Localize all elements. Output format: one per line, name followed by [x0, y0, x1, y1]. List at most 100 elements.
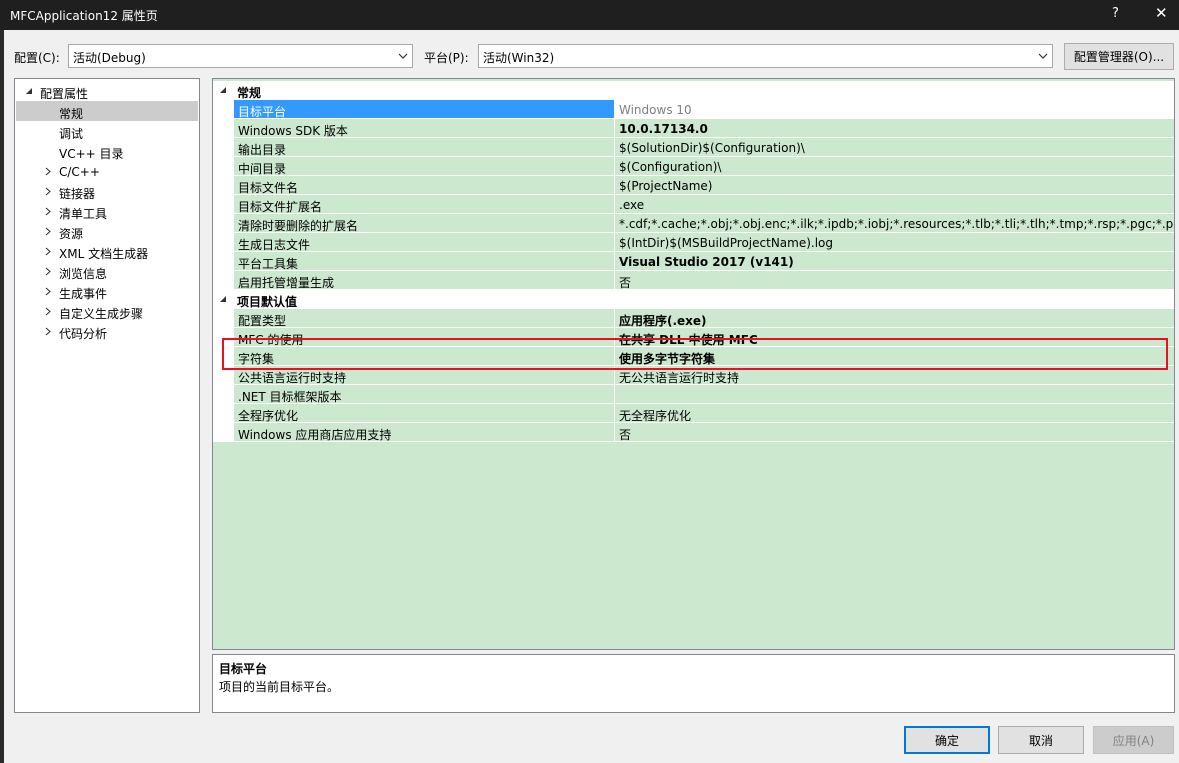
tree-item[interactable]: 代码分析 [16, 321, 198, 341]
ok-button[interactable]: 确定 [904, 726, 990, 754]
property-row[interactable]: 目标文件扩展名 .exe [213, 195, 1174, 214]
tree-item[interactable]: 浏览信息 [16, 261, 198, 281]
property-name[interactable]: 字符集 [234, 347, 615, 366]
tree-item-root[interactable]: 配置属性 [16, 81, 198, 101]
tree-item[interactable]: 链接器 [16, 181, 198, 201]
property-row[interactable]: 公共语言运行时支持 无公共语言运行时支持 [213, 366, 1174, 385]
property-value[interactable]: $(ProjectName) [615, 176, 1174, 195]
property-row[interactable]: Windows SDK 版本 10.0.17134.0 [213, 119, 1174, 138]
collapsed-triangle-icon[interactable] [43, 285, 53, 297]
tree-item-label: 清单工具 [59, 207, 108, 221]
tree-item[interactable]: XML 文档生成器 [16, 241, 198, 261]
help-icon[interactable]: ? [1112, 6, 1119, 21]
property-value[interactable]: .exe [615, 195, 1174, 214]
property-name[interactable]: Windows 应用商店应用支持 [234, 423, 615, 442]
property-row[interactable]: 输出目录 $(SolutionDir)$(Configuration)\ [213, 138, 1174, 157]
property-name[interactable]: 目标文件扩展名 [234, 195, 615, 214]
config-dropdown[interactable]: 活动(Debug) [68, 44, 413, 68]
property-value-text: $(ProjectName) [619, 179, 713, 193]
property-value[interactable]: $(Configuration)\ [615, 157, 1174, 176]
property-value[interactable]: 使用多字节字符集 [615, 347, 1174, 366]
property-value[interactable]: 无公共语言运行时支持 [615, 366, 1174, 385]
tree-item[interactable]: 调试 [16, 121, 198, 141]
section-title: 项目默认值 [237, 295, 298, 309]
property-name[interactable]: 平台工具集 [234, 252, 615, 271]
property-value[interactable]: Windows 10 [615, 100, 1174, 119]
property-row[interactable]: Windows 应用商店应用支持 否 [213, 423, 1174, 442]
row-gutter [213, 347, 234, 366]
property-value[interactable]: *.cdf;*.cache;*.obj;*.obj.enc;*.ilk;*.ip… [615, 214, 1174, 233]
property-row[interactable]: MFC 的使用 在共享 DLL 中使用 MFC [213, 328, 1174, 347]
property-name[interactable]: 生成日志文件 [234, 233, 615, 252]
cancel-button[interactable]: 取消 [998, 726, 1084, 754]
close-icon[interactable]: ✕ [1155, 4, 1168, 22]
property-value[interactable]: 否 [615, 271, 1174, 290]
property-name[interactable]: 公共语言运行时支持 [234, 366, 615, 385]
tree-item-label: VC++ 目录 [59, 147, 124, 161]
collapsed-triangle-icon[interactable] [43, 325, 53, 337]
property-row[interactable]: 配置类型 应用程序(.exe) [213, 309, 1174, 328]
property-name[interactable]: 目标文件名 [234, 176, 615, 195]
property-row[interactable]: 中间目录 $(Configuration)\ [213, 157, 1174, 176]
tree-item-label: C/C++ [59, 165, 100, 179]
property-name[interactable]: 全程序优化 [234, 404, 615, 423]
tree-item[interactable]: 资源 [16, 221, 198, 241]
property-value[interactable]: 10.0.17134.0 [615, 119, 1174, 138]
tree-item[interactable]: 清单工具 [16, 201, 198, 221]
property-name[interactable]: Windows SDK 版本 [234, 119, 615, 138]
property-value[interactable]: $(IntDir)$(MSBuildProjectName).log [615, 233, 1174, 252]
row-gutter [213, 195, 234, 214]
expanded-triangle-icon[interactable] [218, 84, 228, 96]
property-value[interactable]: 无全程序优化 [615, 404, 1174, 423]
property-value[interactable]: 否 [615, 423, 1174, 442]
tree-item[interactable]: 生成事件 [16, 281, 198, 301]
property-row[interactable]: 全程序优化 无全程序优化 [213, 404, 1174, 423]
tree-item[interactable]: 常规 [16, 101, 198, 121]
property-name[interactable]: 输出目录 [234, 138, 615, 157]
collapsed-triangle-icon[interactable] [43, 225, 53, 237]
property-name-text: Windows SDK 版本 [238, 124, 348, 138]
property-name[interactable]: 启用托管增量生成 [234, 271, 615, 290]
collapsed-triangle-icon[interactable] [43, 245, 53, 257]
property-row[interactable]: 生成日志文件 $(IntDir)$(MSBuildProjectName).log [213, 233, 1174, 252]
property-row[interactable]: 平台工具集 Visual Studio 2017 (v141) [213, 252, 1174, 271]
property-name[interactable]: 中间目录 [234, 157, 615, 176]
expanded-triangle-icon[interactable] [218, 293, 228, 305]
property-name[interactable]: MFC 的使用 [234, 328, 615, 347]
collapsed-triangle-icon[interactable] [43, 165, 53, 177]
platform-dropdown-value: 活动(Win32) [483, 51, 555, 65]
collapsed-triangle-icon[interactable] [43, 205, 53, 217]
property-row[interactable]: 字符集 使用多字节字符集 [213, 347, 1174, 366]
property-value[interactable]: Visual Studio 2017 (v141) [615, 252, 1174, 271]
platform-dropdown[interactable]: 活动(Win32) [478, 44, 1053, 68]
config-manager-button[interactable]: 配置管理器(O)... [1064, 43, 1174, 70]
tree-item[interactable]: VC++ 目录 [16, 141, 198, 161]
property-value[interactable]: $(SolutionDir)$(Configuration)\ [615, 138, 1174, 157]
property-value[interactable] [615, 385, 1174, 404]
property-name-text: 中间目录 [238, 162, 287, 176]
collapsed-triangle-icon[interactable] [43, 305, 53, 317]
apply-button[interactable]: 应用(A) [1093, 726, 1174, 754]
grid-section-header[interactable]: 常规 [213, 81, 1174, 100]
grid-section-header[interactable]: 项目默认值 [213, 290, 1174, 309]
property-row[interactable]: 清除时要删除的扩展名 *.cdf;*.cache;*.obj;*.obj.enc;… [213, 214, 1174, 233]
collapsed-triangle-icon[interactable] [43, 265, 53, 277]
background-edge [0, 30, 4, 763]
property-row[interactable]: 启用托管增量生成 否 [213, 271, 1174, 290]
property-name[interactable]: 目标平台 [234, 100, 615, 119]
expanded-triangle-icon[interactable] [24, 85, 34, 97]
property-name[interactable]: .NET 目标框架版本 [234, 385, 615, 404]
property-row[interactable]: .NET 目标框架版本 [213, 385, 1174, 404]
tree-item[interactable]: C/C++ [16, 161, 198, 181]
property-row[interactable]: 目标平台 Windows 10 [213, 100, 1174, 119]
collapsed-triangle-icon[interactable] [43, 185, 53, 197]
property-name[interactable]: 清除时要删除的扩展名 [234, 214, 615, 233]
property-name-text: 配置类型 [238, 314, 287, 328]
tree-item[interactable]: 自定义生成步骤 [16, 301, 198, 321]
property-value[interactable]: 应用程序(.exe) [615, 309, 1174, 328]
property-name[interactable]: 配置类型 [234, 309, 615, 328]
property-value[interactable]: 在共享 DLL 中使用 MFC [615, 328, 1174, 347]
tree-item-label: 配置属性 [40, 87, 89, 101]
property-row[interactable]: 目标文件名 $(ProjectName) [213, 176, 1174, 195]
property-value-text: *.cdf;*.cache;*.obj;*.obj.enc;*.ilk;*.ip… [619, 217, 1174, 231]
